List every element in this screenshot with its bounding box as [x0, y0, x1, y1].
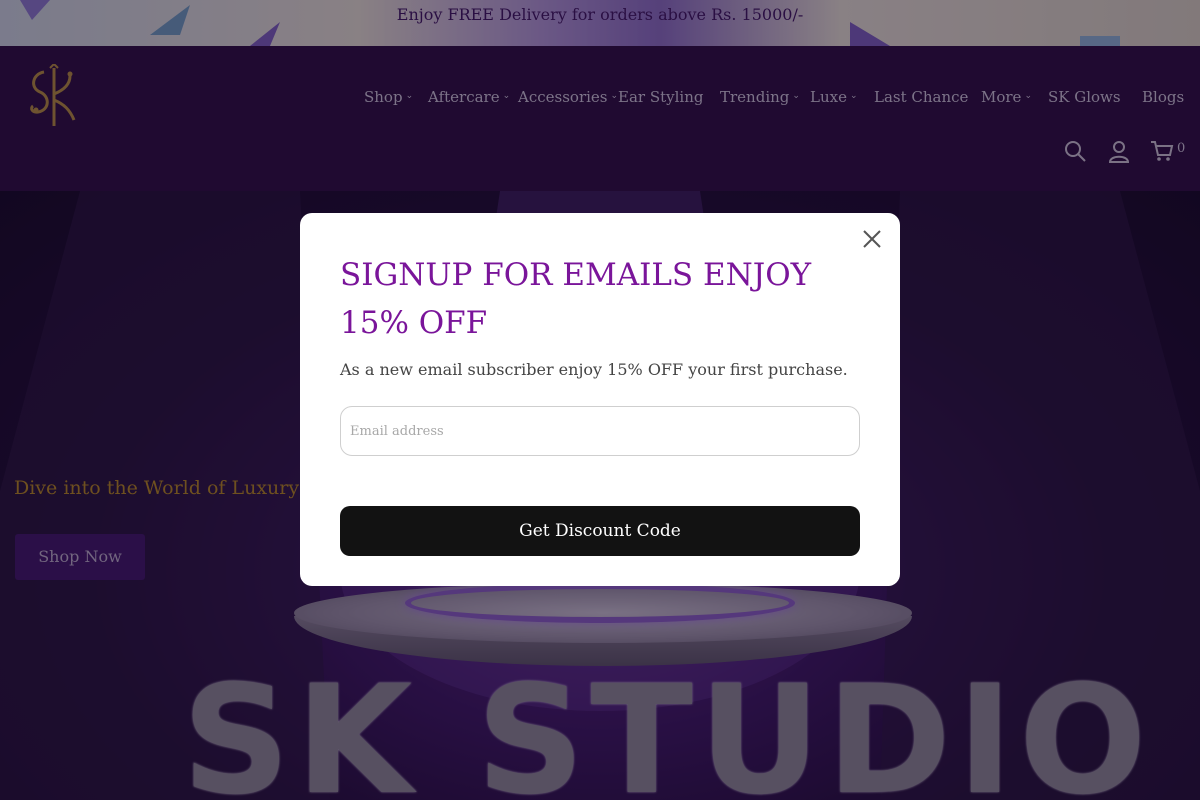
email-field[interactable] [340, 406, 860, 456]
email-signup-modal: SIGNUP FOR EMAILS ENJOY 15% OFF As a new… [300, 213, 900, 586]
modal-subtitle: As a new email subscriber enjoy 15% OFF … [340, 360, 848, 379]
get-discount-code-button[interactable]: Get Discount Code [340, 506, 860, 556]
modal-title: SIGNUP FOR EMAILS ENJOY 15% OFF [340, 257, 812, 341]
close-icon[interactable] [860, 227, 884, 251]
